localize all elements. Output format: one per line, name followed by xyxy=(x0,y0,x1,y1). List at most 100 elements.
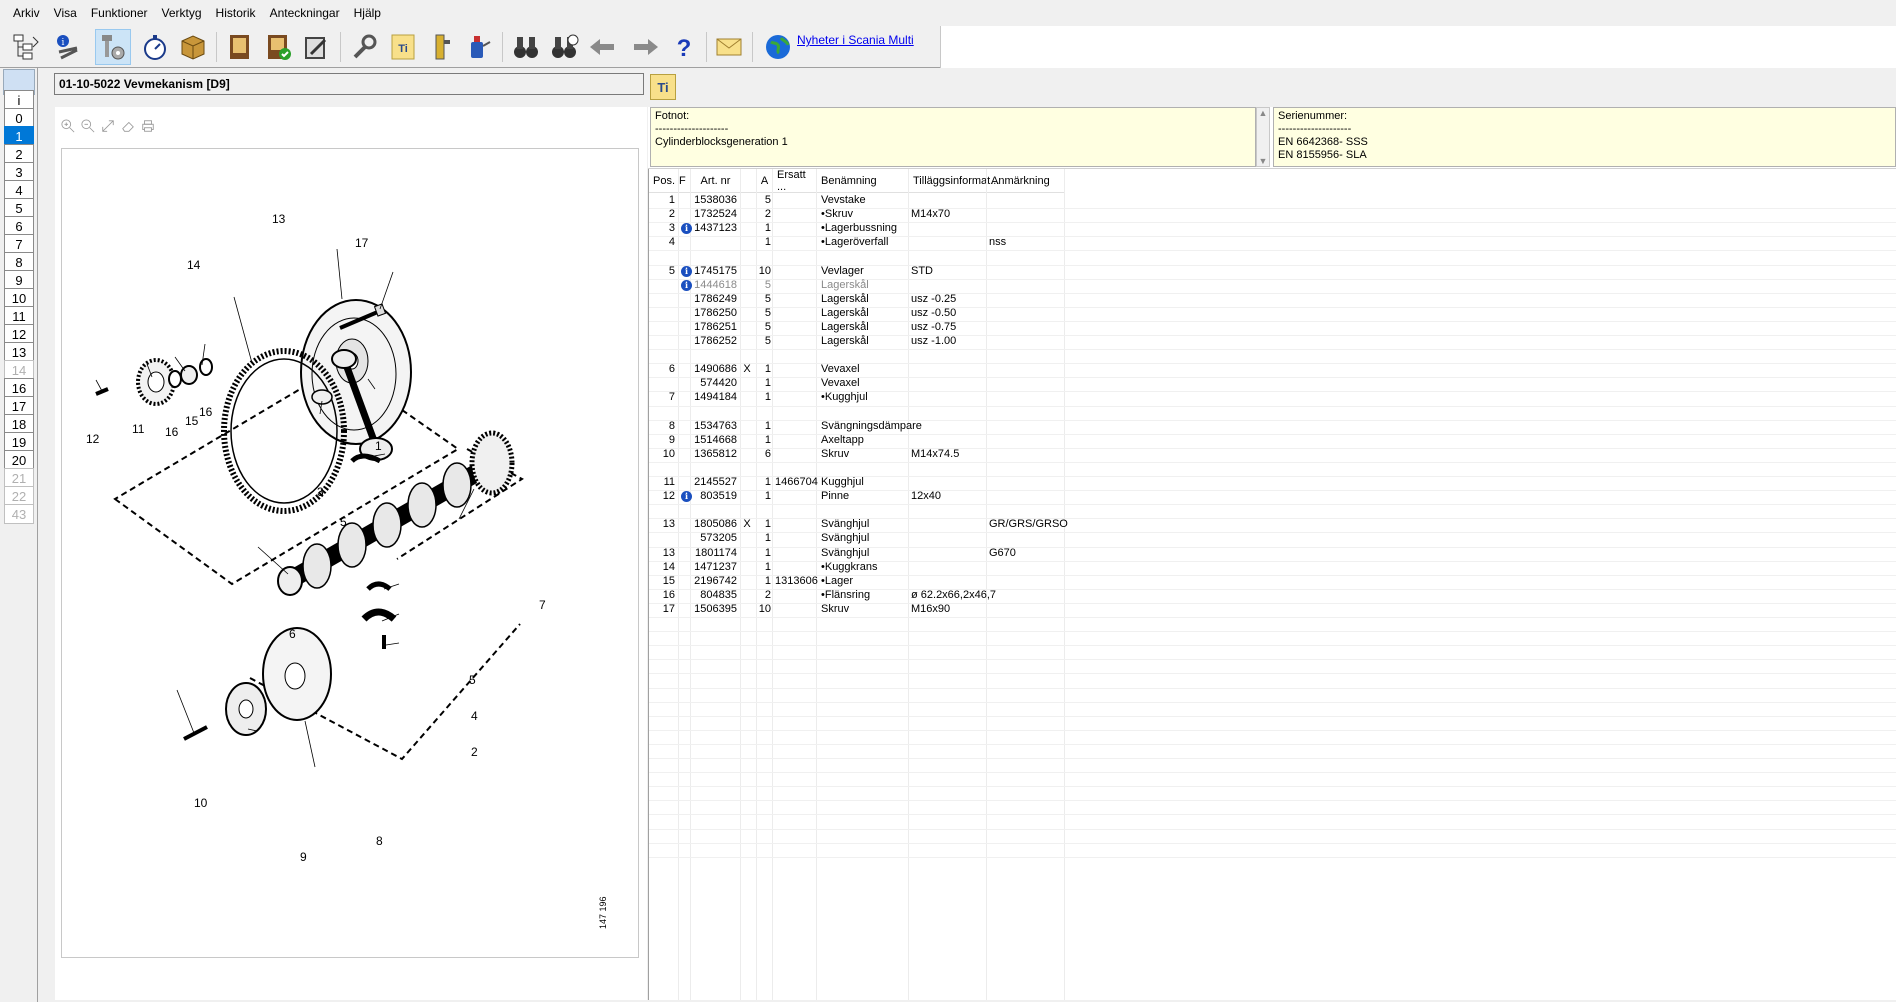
package-icon[interactable] xyxy=(175,29,211,65)
cell-tillagg: M16x90 xyxy=(911,603,951,615)
news-link[interactable]: Nyheter i Scania Multi xyxy=(797,33,914,47)
callout-label: 13 xyxy=(272,212,286,226)
chevron-down-icon[interactable]: ▼ xyxy=(1259,156,1268,166)
cell-ersatt xyxy=(775,601,815,618)
sidebar-item-6[interactable]: 6 xyxy=(4,216,34,236)
sidebar-item-13[interactable]: 13 xyxy=(4,342,34,362)
stopwatch-icon[interactable] xyxy=(137,29,173,65)
ti-button[interactable]: Ti xyxy=(650,74,676,100)
sidebar-item-18[interactable]: 18 xyxy=(4,414,34,434)
callout-label: 1 xyxy=(375,439,382,453)
zoom-in-icon[interactable] xyxy=(60,118,76,134)
help-icon[interactable]: ? xyxy=(666,29,702,65)
exploded-view-drawing[interactable]: 13 17 14 16 15 11 16 12 1 3 5 7 6 5 4 2 … xyxy=(61,148,639,958)
sidebar-item-1[interactable]: 1 xyxy=(4,126,34,146)
menu-item-hj-lp[interactable]: Hjälp xyxy=(347,6,388,20)
col-ersatt-header[interactable]: Ersatt ... xyxy=(773,169,817,193)
serial-line: EN 8155956- SLA xyxy=(1278,149,1367,161)
eraser-icon[interactable] xyxy=(120,118,136,134)
grid-row-line xyxy=(649,800,1896,801)
toolbar-spacer xyxy=(940,26,1896,68)
serial-line: EN 6642368- SSS xyxy=(1278,136,1368,148)
col-pos-header[interactable]: Pos. xyxy=(649,169,679,193)
grid-row-line xyxy=(649,786,1896,787)
wrench-icon[interactable] xyxy=(346,29,382,65)
info-tools-icon[interactable]: i xyxy=(50,29,86,65)
menu-item-anteckningar[interactable]: Anteckningar xyxy=(263,6,347,20)
print-icon[interactable] xyxy=(140,118,156,134)
binoculars-history-icon[interactable] xyxy=(546,29,582,65)
cell-pos: 17 xyxy=(662,603,675,615)
ti-document-icon[interactable]: Ti xyxy=(385,29,421,65)
sidebar-item-11[interactable]: 11 xyxy=(4,306,34,326)
grid-row-line xyxy=(649,744,1896,745)
tree-view-icon[interactable] xyxy=(8,29,44,65)
menu-item-funktioner[interactable]: Funktioner xyxy=(84,6,155,20)
toolbar: i Ti ? Nyheter i Scania Multi xyxy=(0,26,1896,68)
sidebar-item-2[interactable]: 2 xyxy=(4,144,34,164)
notepad-icon[interactable] xyxy=(298,29,334,65)
sidebar-item-8[interactable]: 8 xyxy=(4,252,34,272)
callout-label: 15 xyxy=(185,414,199,428)
callout-label: 12 xyxy=(86,432,100,446)
callout-label: 10 xyxy=(194,796,208,810)
callout-label: 4 xyxy=(471,709,478,723)
sidebar-item-i[interactable]: i xyxy=(4,90,34,110)
col-anmarkning-header[interactable]: Anmärkning xyxy=(987,169,1065,193)
sidebar-item-4[interactable]: 4 xyxy=(4,180,34,200)
grid-row-line xyxy=(649,702,1896,703)
menu-item-visa[interactable]: Visa xyxy=(47,6,84,20)
col-tillagg-header[interactable]: Tilläggsinformat... xyxy=(909,169,999,193)
sidebar-item-20[interactable]: 20 xyxy=(4,450,34,470)
menu-item-arkiv[interactable]: Arkiv xyxy=(6,6,47,20)
col-artnr-header[interactable]: Art. nr xyxy=(691,169,741,193)
binoculars-icon[interactable] xyxy=(508,29,544,65)
grid-row-line xyxy=(649,829,1896,830)
footnote-box: Fotnot: -------------------- Cylinderblo… xyxy=(650,107,1256,167)
sidebar-item-12[interactable]: 12 xyxy=(4,324,34,344)
zoom-out-icon[interactable] xyxy=(80,118,96,134)
page-sidebar: i 0 1 2 3 4 5 6 7 8 9 10 11 12 13 14 16 17 18 19 20 21 22 43 xyxy=(0,68,38,1002)
service-tool-icon[interactable] xyxy=(423,29,459,65)
book-icon[interactable] xyxy=(222,29,258,65)
sidebar-item-7[interactable]: 7 xyxy=(4,234,34,254)
serial-label: Serienummer: xyxy=(1278,110,1348,122)
callout-label: 5 xyxy=(340,515,347,529)
footnote-scrollbar[interactable]: ▲ ▼ xyxy=(1256,107,1270,167)
callout-label: 11 xyxy=(132,422,145,436)
cell-artnr: 1506395 xyxy=(694,603,737,615)
callout-label: 9 xyxy=(300,850,307,864)
col-x-header[interactable] xyxy=(741,169,757,193)
sidebar-item-19[interactable]: 19 xyxy=(4,432,34,452)
callout-label: 16 xyxy=(199,405,213,419)
sidebar-item-5[interactable]: 5 xyxy=(4,198,34,218)
oil-can-icon[interactable] xyxy=(460,29,496,65)
sidebar-item-0[interactable]: 0 xyxy=(4,108,34,128)
sidebar-item-17[interactable]: 17 xyxy=(4,396,34,416)
callout-label: 14 xyxy=(187,258,201,272)
callout-label: 17 xyxy=(355,236,369,250)
arrow-left-icon[interactable] xyxy=(584,29,620,65)
svg-text:i: i xyxy=(62,38,65,48)
book-check-icon[interactable] xyxy=(260,29,296,65)
envelope-icon[interactable] xyxy=(711,29,747,65)
col-a-header[interactable]: A xyxy=(757,169,773,193)
globe-icon[interactable] xyxy=(760,29,796,65)
menu-item-verktyg[interactable]: Verktyg xyxy=(155,6,209,20)
chevron-up-icon[interactable]: ▲ xyxy=(1259,108,1268,118)
sidebar-item-16[interactable]: 16 xyxy=(4,378,34,398)
fit-icon[interactable] xyxy=(100,118,116,134)
menu-bar: Arkiv Visa Funktioner Verktyg Historik Anteck… xyxy=(0,0,1896,26)
cell-benamning: Skruv xyxy=(821,603,850,615)
menu-item-historik[interactable]: Historik xyxy=(209,6,263,20)
sidebar-item-10[interactable]: 10 xyxy=(4,288,34,308)
sidebar-item-3[interactable]: 3 xyxy=(4,162,34,182)
sidebar-item-9[interactable]: 9 xyxy=(4,270,34,290)
bolt-parts-icon[interactable] xyxy=(95,29,131,65)
col-benamning-header[interactable]: Benämning xyxy=(817,169,909,193)
parts-table[interactable]: Pos. F Art. nr A Ersatt ... Benämning Tilläggs… xyxy=(648,169,1896,1000)
grid-row-line xyxy=(649,716,1896,717)
grid-row-line xyxy=(649,645,1896,646)
callout-label: 2 xyxy=(471,745,478,759)
arrow-right-icon[interactable] xyxy=(628,29,664,65)
